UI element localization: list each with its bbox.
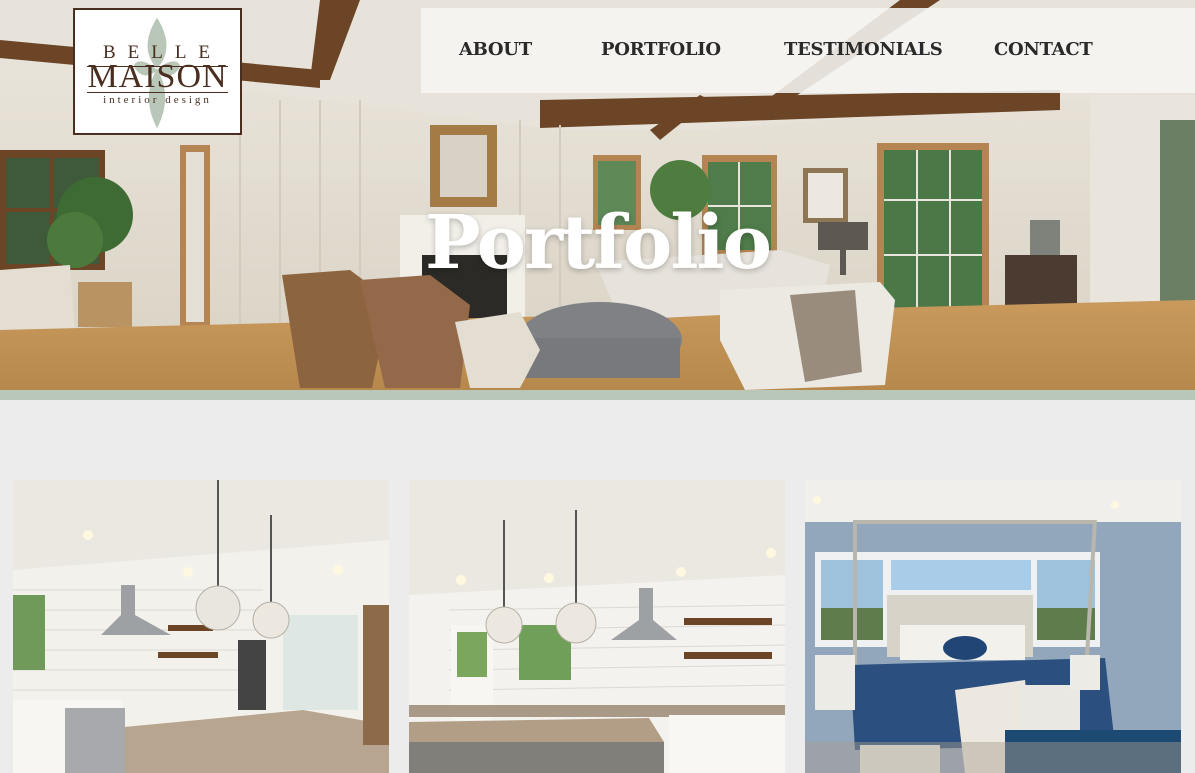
nav-contact[interactable]: CONTACT: [994, 39, 1093, 60]
logo-rule-bottom: [87, 92, 228, 93]
nav-testimonials[interactable]: TESTIMONIALS: [784, 39, 943, 60]
page-title: Portfolio: [425, 200, 772, 286]
brand-logo[interactable]: BELLE MAISON interior design: [73, 8, 242, 135]
logo-line-maison: MAISON: [87, 58, 228, 95]
nav-about[interactable]: ABOUT: [459, 39, 532, 60]
hero-divider: [0, 390, 1195, 400]
bedroom-photo: [805, 480, 1181, 773]
kitchen-photo: [409, 480, 785, 773]
gallery-item-kitchen-1[interactable]: [13, 480, 389, 773]
kitchen-photo: [13, 480, 389, 773]
logo-line-tagline: interior design: [103, 94, 212, 106]
nav-portfolio[interactable]: PORTFOLIO: [601, 39, 721, 60]
main-nav: ABOUT PORTFOLIO TESTIMONIALS CONTACT: [421, 8, 1195, 93]
gallery-item-kitchen-2[interactable]: [409, 480, 785, 773]
gallery-item-bedroom[interactable]: [805, 480, 1181, 773]
